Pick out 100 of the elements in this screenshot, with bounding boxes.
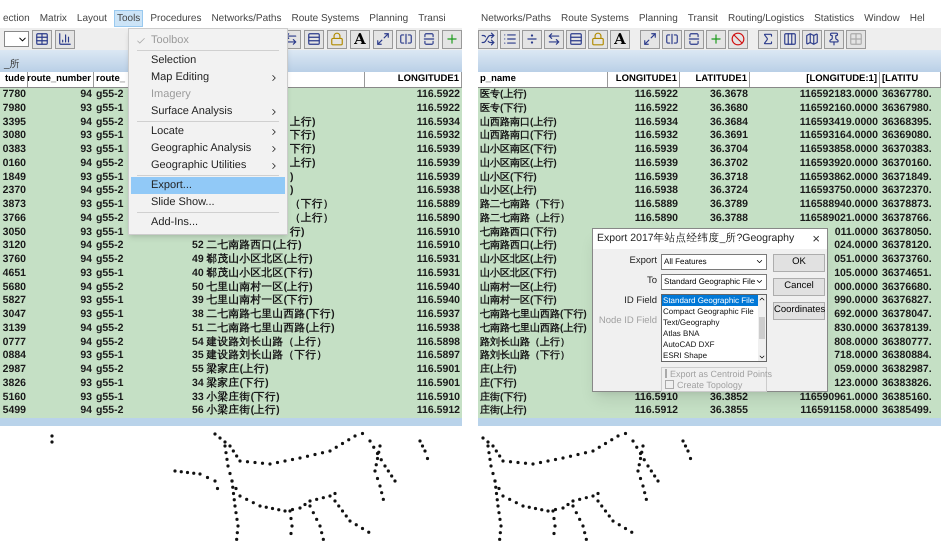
table-cell: 5680 — [2, 280, 26, 294]
table-cell: 116.5901 — [416, 376, 460, 390]
toolbar-button[interactable] — [478, 30, 498, 48]
menu-item[interactable]: Locate — [131, 123, 285, 140]
menu-item[interactable]: Add-Ins... — [131, 214, 285, 231]
menu-bar-item[interactable]: Matrix — [36, 10, 70, 26]
toolbar-button[interactable] — [780, 30, 800, 48]
toolbar-button[interactable] — [522, 30, 542, 48]
dialog-button[interactable]: Coordinates — [773, 302, 825, 320]
table-cell: 93 — [80, 226, 92, 240]
toolbar-button[interactable] — [304, 30, 324, 48]
menu-item[interactable]: Geographic Utilities — [131, 157, 285, 174]
column-header[interactable]: [LONGITUDE:1] — [806, 72, 877, 87]
dropdown-field[interactable] — [4, 31, 29, 47]
text-tool-button[interactable]: A — [350, 30, 370, 48]
menu-bar-item[interactable]: Routing/Logistics — [724, 10, 808, 26]
list-option[interactable]: AutoCAD DXF — [662, 338, 758, 350]
table-cell: 行) — [290, 226, 304, 240]
menu-bar-item[interactable]: Networks/Paths — [208, 10, 284, 26]
table-cell: 56 小梁庄街(上行) — [192, 404, 280, 418]
column-header[interactable]: route_number — [27, 72, 91, 87]
toolbar-button[interactable] — [640, 30, 660, 48]
table-cell: 116.5910 — [416, 239, 460, 253]
column-header[interactable]: tude — [4, 72, 25, 87]
toolbar-button[interactable] — [566, 30, 586, 48]
table-cell-text: 33 小梁庄街(下行) — [192, 390, 280, 404]
toolbar-button[interactable] — [55, 30, 75, 48]
menu-bar-item[interactable]: Tools — [114, 10, 144, 26]
table-cell: 山小区南区(下行) — [480, 143, 557, 157]
menu-bar-item[interactable]: Window — [861, 10, 903, 26]
arrows-icon — [547, 32, 561, 46]
menu-bar-item[interactable]: Route Systems — [288, 10, 362, 26]
toolbar-button[interactable] — [500, 30, 520, 48]
toolbar-button[interactable] — [396, 30, 416, 48]
table-cell: 93 — [80, 143, 92, 157]
select-field[interactable]: All Features — [661, 254, 767, 270]
menu-bar-item[interactable]: Networks/Paths — [478, 10, 554, 26]
menu-bar-item[interactable]: Transit — [684, 10, 721, 26]
menu-bar-item[interactable]: ection — [0, 10, 33, 26]
table-cell: 0160 — [2, 156, 26, 170]
table-cell: g55-1 — [96, 308, 124, 322]
menu-item[interactable]: Slide Show... — [131, 194, 285, 211]
table-cell: 3873 — [2, 198, 26, 212]
menu-bar-item[interactable]: Transi — [415, 10, 449, 26]
menu-item[interactable]: Selection — [131, 52, 285, 69]
column-header[interactable]: LONGITUDE1 — [616, 72, 677, 87]
toolbar-button[interactable] — [419, 30, 439, 48]
column-header[interactable]: LONGITUDE1 — [398, 72, 459, 87]
scrollbar[interactable] — [758, 294, 766, 360]
table-cell: 39 七里山南村一区(下行) — [192, 294, 313, 308]
list-option[interactable]: ESRI Shape — [662, 350, 758, 360]
table-cell: g55-2 — [96, 88, 124, 102]
select-field[interactable]: Standard Geographic File — [661, 274, 767, 290]
toolbar-button[interactable] — [373, 30, 393, 48]
menu-bar-item[interactable]: Procedures — [147, 10, 204, 26]
split-icon — [422, 32, 436, 46]
table-cell: 3047 — [2, 308, 26, 322]
list-option[interactable]: Text/Geography — [662, 316, 758, 328]
menu-bar-item[interactable]: Planning — [636, 10, 681, 26]
column-header[interactable]: [LATITU — [882, 72, 918, 87]
dialog-button[interactable]: OK — [773, 254, 825, 272]
column-header[interactable]: route_ — [96, 72, 126, 87]
menu-item[interactable]: Surface Analysis — [131, 103, 285, 120]
table-cell: 116.5889 — [416, 198, 460, 212]
table-cell: 94 — [80, 404, 92, 418]
menu-bar-item[interactable]: Hel — [906, 10, 928, 26]
toolbar-button[interactable] — [802, 30, 822, 48]
toolbar-button[interactable] — [758, 30, 778, 48]
toolbar-button[interactable] — [728, 30, 748, 48]
table-cell: g55-1 — [96, 349, 124, 363]
menu-bar-item[interactable]: Planning — [366, 10, 412, 26]
table-cell: 116.5890 — [634, 212, 678, 226]
table-cell: 路二七南路（下行） — [480, 198, 570, 212]
close-button[interactable]: × — [809, 229, 823, 248]
text-tool-button[interactable]: A — [610, 30, 630, 48]
table-cell: g55-1 — [96, 129, 124, 143]
toolbar-button[interactable] — [684, 30, 704, 48]
table-cell: 36376680. — [882, 280, 932, 294]
list-option[interactable]: Standard Geographic File — [662, 294, 758, 306]
shuffle-icon — [481, 32, 495, 46]
dialog-button[interactable]: Cancel — [773, 278, 825, 296]
table-cell: 2987 — [2, 363, 26, 377]
menu-item[interactable]: Export... — [131, 177, 285, 194]
list-option[interactable]: Atlas BNA — [662, 328, 758, 338]
menu-item[interactable]: Geographic Analysis — [131, 140, 285, 157]
menu-bar-item[interactable]: Statistics — [811, 10, 858, 26]
table-cell: 38 二七南路七里山西路(下行) — [192, 308, 335, 322]
list-option[interactable]: Compact Geographic File — [662, 306, 758, 316]
toolbar-button[interactable] — [32, 30, 52, 48]
table-cell: ) — [290, 170, 294, 184]
toolbar-button[interactable] — [662, 30, 682, 48]
column-header[interactable]: LATITUDE1 — [695, 72, 747, 87]
menu-bar-item[interactable]: Route Systems — [558, 10, 632, 26]
toolbar-button[interactable] — [824, 30, 844, 48]
column-header[interactable]: p_name — [480, 72, 516, 87]
table-cell: g55-1 — [96, 294, 124, 308]
table-cell: 山小区南区(上行) — [480, 156, 557, 170]
toolbar-button[interactable] — [544, 30, 564, 48]
menu-item[interactable]: Map Editing — [131, 69, 285, 86]
menu-bar-item[interactable]: Layout — [74, 10, 110, 26]
